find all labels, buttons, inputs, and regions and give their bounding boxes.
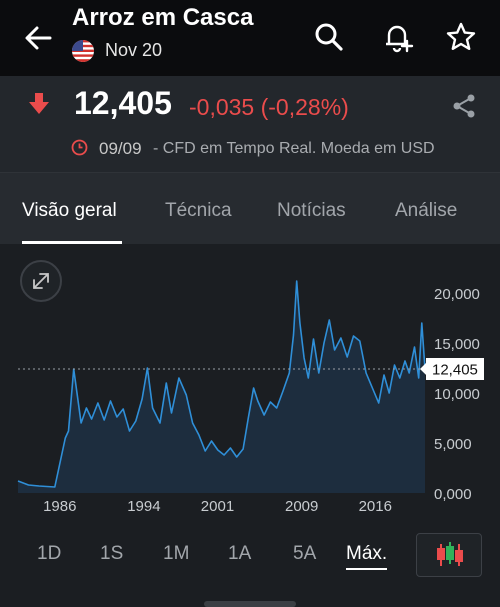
range-5y[interactable]: 5A [293, 543, 316, 565]
x-tick-label: 1986 [43, 498, 76, 515]
range-1m[interactable]: 1M [163, 543, 189, 565]
last-value-label: 12,405 [432, 361, 478, 378]
range-1y[interactable]: 1A [228, 543, 251, 565]
x-tick-label: 2009 [285, 498, 318, 515]
quote-panel: 12,405 -0,035 (-0,28%) 09/09 - CFD em Te… [0, 76, 500, 172]
star-icon[interactable] [444, 20, 478, 54]
add-alert-bell-icon[interactable] [380, 20, 414, 54]
range-1d[interactable]: 1D [37, 543, 61, 565]
price-chart[interactable]: 20,000 15,000 10,000 5,000 0,000 1986 1994 2001… [0, 243, 500, 523]
y-tick-label: 5,000 [434, 436, 472, 453]
price-change: -0,035 (-0,28%) [189, 94, 349, 120]
chart-svg[interactable]: 20,000 15,000 10,000 5,000 0,000 1986 1994 2001… [0, 243, 500, 523]
tab-analysis[interactable]: Análise [395, 200, 457, 222]
back-arrow-icon[interactable] [22, 22, 54, 54]
x-tick-label: 2016 [359, 498, 392, 515]
x-tick-label: 2001 [201, 498, 234, 515]
search-icon[interactable] [312, 20, 346, 54]
tab-news[interactable]: Notícias [277, 200, 346, 222]
y-tick-label: 15,000 [434, 336, 480, 353]
tab-technical[interactable]: Técnica [165, 200, 232, 222]
series-area [18, 281, 425, 493]
y-tick-label: 0,000 [434, 486, 472, 503]
expand-chart-button[interactable] [20, 260, 62, 302]
candlestick-icon [437, 542, 463, 566]
us-flag-icon [72, 40, 94, 62]
contract-month: Nov 20 [105, 40, 163, 60]
top-bar: Arroz em Casca Nov 20 [0, 0, 500, 76]
quote-description: - CFD em Tempo Real. Moeda em USD [153, 140, 435, 157]
share-icon[interactable] [450, 92, 478, 120]
y-tick-label: 10,000 [434, 386, 480, 403]
range-max[interactable]: Máx. [346, 543, 388, 570]
clock-icon [71, 139, 88, 156]
page-title: Arroz em Casca [72, 4, 254, 31]
last-price: 12,405 [74, 85, 172, 121]
range-1w[interactable]: 1S [100, 543, 123, 565]
down-arrow-icon [29, 93, 49, 114]
home-indicator [204, 601, 296, 607]
y-tick-label: 20,000 [434, 286, 480, 303]
tab-bar: Visão geral Técnica Notícias Análise [0, 172, 500, 244]
chart-type-button[interactable] [416, 533, 482, 577]
expand-icon [33, 273, 49, 289]
tab-overview[interactable]: Visão geral [22, 200, 117, 222]
quote-date: 09/09 [99, 139, 142, 158]
x-tick-label: 1994 [127, 498, 160, 515]
